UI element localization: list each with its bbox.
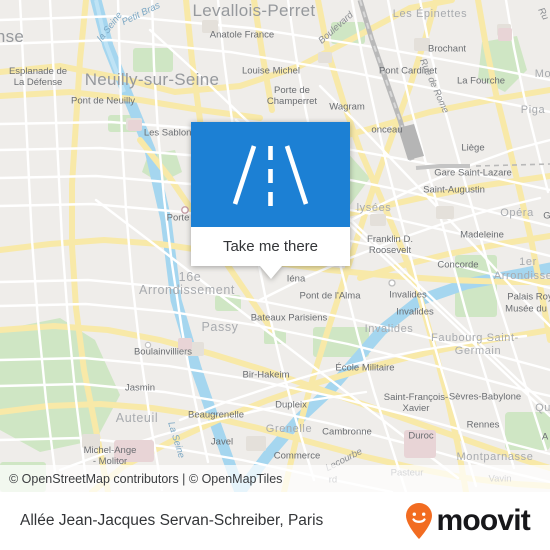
take-me-there-button[interactable]: Take me there [191, 227, 350, 266]
destination-popup[interactable]: Take me there [191, 122, 350, 279]
moovit-map-screen: Levallois-Perret Les Épinettes Anatole Fra… [0, 0, 550, 550]
take-me-there-label: Take me there [222, 238, 319, 255]
road-perspective-icon [232, 145, 309, 206]
map-attribution-bar: © OpenStreetMap contributors | © OpenMap… [0, 465, 550, 492]
popup-pointer [259, 266, 282, 279]
attribution-text[interactable]: © OpenStreetMap contributors | © OpenMap… [0, 472, 282, 486]
street-name-label: Allée Jean-Jacques Servan-Schreiber, Par… [20, 512, 324, 529]
moovit-pin-icon [406, 503, 433, 539]
popup-image [191, 122, 350, 227]
moovit-wordmark: moovit [436, 504, 530, 537]
moovit-logo[interactable]: moovit [404, 502, 531, 540]
map-canvas[interactable]: Levallois-Perret Les Épinettes Anatole Fra… [0, 0, 550, 492]
footer-bar: Allée Jean-Jacques Servan-Schreiber, Par… [0, 492, 550, 550]
